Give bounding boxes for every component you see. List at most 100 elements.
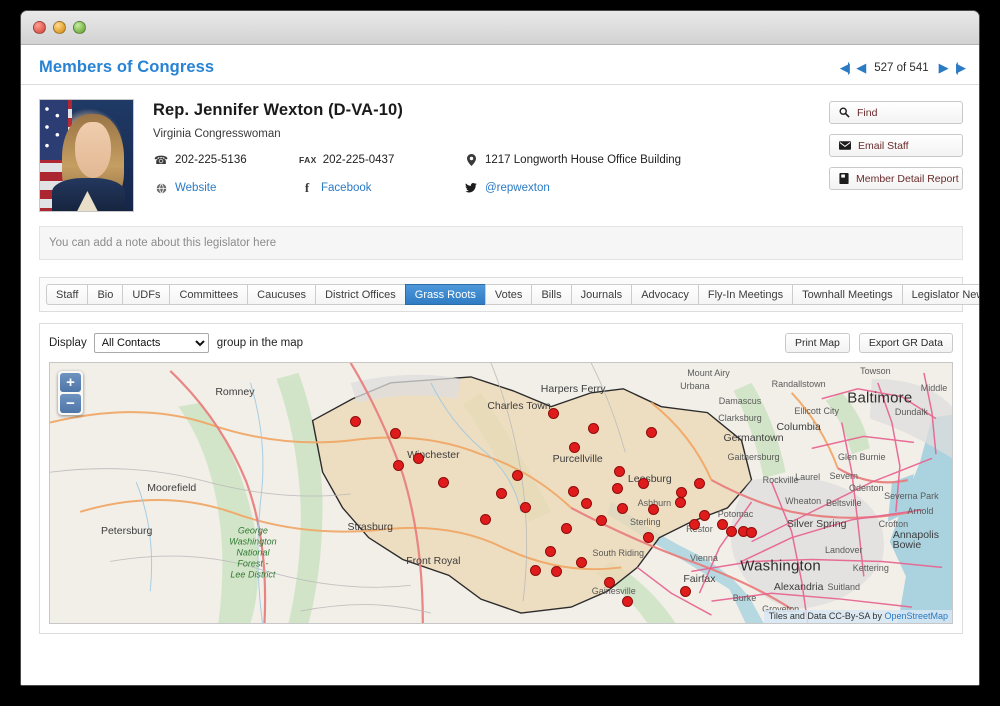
find-button[interactable]: Find — [829, 101, 963, 124]
member-website[interactable]: Website — [153, 182, 299, 194]
member-fax-value: 202-225-0437 — [322, 154, 395, 166]
map-contact-marker[interactable] — [567, 486, 579, 498]
map-contact-marker[interactable] — [551, 565, 563, 577]
tab-udfs[interactable]: UDFs — [122, 284, 170, 305]
email-staff-button-label: Email Staff — [858, 139, 909, 152]
member-facebook-label: Facebook — [321, 182, 372, 194]
member-name: Rep. Jennifer Wexton (D-VA-10) — [153, 101, 403, 119]
page-header: Members of Congress ◀| ◀ 527 of 541 ▶ |▶ — [21, 51, 979, 85]
last-page-icon[interactable]: |▶ — [956, 61, 967, 74]
tab-votes[interactable]: Votes — [484, 284, 532, 305]
member-website-label: Website — [175, 182, 217, 194]
member-detail-report-button[interactable]: Member Detail Report — [829, 167, 963, 190]
member-address: 1217 Longworth House Office Building — [463, 154, 829, 166]
map-contact-marker[interactable] — [587, 422, 599, 434]
next-page-icon[interactable]: ▶ — [939, 61, 949, 74]
zoom-out-button[interactable]: − — [60, 394, 81, 413]
tab-staff[interactable]: Staff — [46, 284, 88, 305]
member-phone: ☎ 202-225-5136 — [153, 153, 299, 167]
map-contact-marker[interactable] — [675, 486, 687, 498]
window-maximize-button[interactable] — [73, 21, 86, 34]
window-close-button[interactable] — [33, 21, 46, 34]
tab-bar: Staff Bio UDFs Committees Caucuses District O… — [39, 277, 979, 312]
map-contact-marker[interactable] — [437, 477, 449, 489]
map-contact-marker[interactable] — [617, 502, 629, 514]
member-phone-value: 202-225-5136 — [175, 154, 247, 166]
openstreetmap-link[interactable]: OpenStreetMap — [884, 611, 948, 621]
first-page-icon[interactable]: ◀| — [840, 61, 851, 74]
export-gr-data-button[interactable]: Export GR Data — [858, 333, 953, 353]
tab-district-offices[interactable]: District Offices — [315, 284, 405, 305]
map-contact-marker[interactable] — [613, 465, 625, 477]
member-portrait — [39, 99, 134, 212]
member-role: Virginia Congresswoman — [153, 128, 281, 140]
map-contact-marker[interactable] — [638, 477, 650, 489]
member-address-value: 1217 Longworth House Office Building — [485, 154, 682, 166]
email-staff-button[interactable]: Email Staff — [829, 134, 963, 157]
map-contact-marker[interactable] — [603, 577, 615, 589]
tab-bio[interactable]: Bio — [87, 284, 123, 305]
window-titlebar — [21, 11, 979, 45]
previous-page-icon[interactable]: ◀ — [856, 61, 866, 74]
member-twitter-handle: @repwexton — [485, 182, 550, 194]
contact-row-primary: ☎ 202-225-5136 FAX 202-225-0437 1217 Lon… — [153, 153, 829, 167]
tab-caucuses[interactable]: Caucuses — [247, 284, 316, 305]
contact-group-select[interactable]: All Contacts — [93, 333, 209, 353]
map-contact-marker[interactable] — [389, 427, 401, 439]
phone-icon: ☎ — [153, 155, 169, 167]
location-pin-icon — [463, 154, 479, 166]
grass-roots-map-panel: Display All Contacts group in the map Pr… — [39, 323, 963, 634]
facebook-icon: f — [304, 180, 310, 195]
contacts-map[interactable]: + − Romney Moorefield Petersburg Strasburg F… — [49, 362, 953, 624]
zoom-in-button[interactable]: + — [60, 373, 81, 392]
tab-townhall-meetings[interactable]: Townhall Meetings — [792, 284, 902, 305]
envelope-icon — [839, 141, 851, 150]
map-zoom-controls: + − — [58, 371, 83, 415]
map-contact-marker[interactable] — [575, 557, 587, 569]
map-contact-marker[interactable] — [595, 514, 607, 526]
tab-legislator-news[interactable]: Legislator News — [901, 284, 979, 305]
pagination-label: 527 of 541 — [874, 61, 929, 74]
member-facebook[interactable]: f Facebook — [299, 180, 463, 196]
map-attribution: Tiles and Data CC-By-SA by OpenStreetMap — [763, 610, 952, 623]
report-icon — [839, 173, 849, 184]
map-contact-marker[interactable] — [511, 469, 523, 481]
map-contact-marker[interactable] — [568, 442, 580, 454]
tab-fly-in-meetings[interactable]: Fly-In Meetings — [697, 284, 793, 305]
member-details: Rep. Jennifer Wexton (D-VA-10) Virginia … — [134, 99, 829, 212]
print-map-button[interactable]: Print Map — [784, 333, 850, 353]
tab-journals[interactable]: Journals — [570, 284, 632, 305]
map-contact-marker[interactable] — [621, 596, 633, 608]
tab-committees[interactable]: Committees — [169, 284, 248, 305]
member-twitter[interactable]: @repwexton — [463, 182, 829, 194]
tab-advocacy[interactable]: Advocacy — [631, 284, 698, 305]
portrait-face — [75, 122, 111, 178]
member-summary: Rep. Jennifer Wexton (D-VA-10) Virginia … — [21, 85, 979, 220]
map-contact-marker[interactable] — [646, 426, 658, 438]
fax-label: FAX — [299, 155, 317, 165]
group-suffix-label: group in the map — [216, 337, 304, 349]
twitter-icon — [463, 183, 479, 193]
tab-bills[interactable]: Bills — [531, 284, 571, 305]
find-button-label: Find — [857, 106, 878, 119]
globe-icon — [153, 182, 169, 194]
map-attribution-text: Tiles and Data CC-By-SA by — [768, 611, 885, 621]
tab-grass-roots[interactable]: Grass Roots — [404, 284, 485, 305]
map-toolbar: Display All Contacts group in the map Pr… — [49, 332, 953, 354]
page-content: Members of Congress ◀| ◀ 527 of 541 ▶ |▶… — [21, 45, 979, 685]
member-detail-report-button-label: Member Detail Report — [856, 172, 959, 185]
window-minimize-button[interactable] — [53, 21, 66, 34]
contact-row-social: Website f Facebook @repwexton — [153, 180, 829, 196]
page-title: Members of Congress — [39, 58, 215, 76]
member-fax: FAX 202-225-0437 — [299, 154, 463, 166]
legislator-note-input[interactable]: You can add a note about this legislator… — [39, 226, 963, 260]
map-contact-marker[interactable] — [392, 460, 404, 472]
member-action-buttons: Find Email Staff Member Detail Report — [829, 99, 963, 212]
application-window: Members of Congress ◀| ◀ 527 of 541 ▶ |▶… — [20, 10, 980, 686]
map-contact-marker[interactable] — [529, 564, 541, 576]
map-contact-marker[interactable] — [647, 503, 659, 515]
display-label: Display — [49, 337, 87, 349]
search-icon — [839, 107, 850, 118]
map-toolbar-actions: Print Map Export GR Data — [784, 333, 953, 353]
legislator-note-placeholder: You can add a note about this legislator… — [49, 237, 277, 249]
